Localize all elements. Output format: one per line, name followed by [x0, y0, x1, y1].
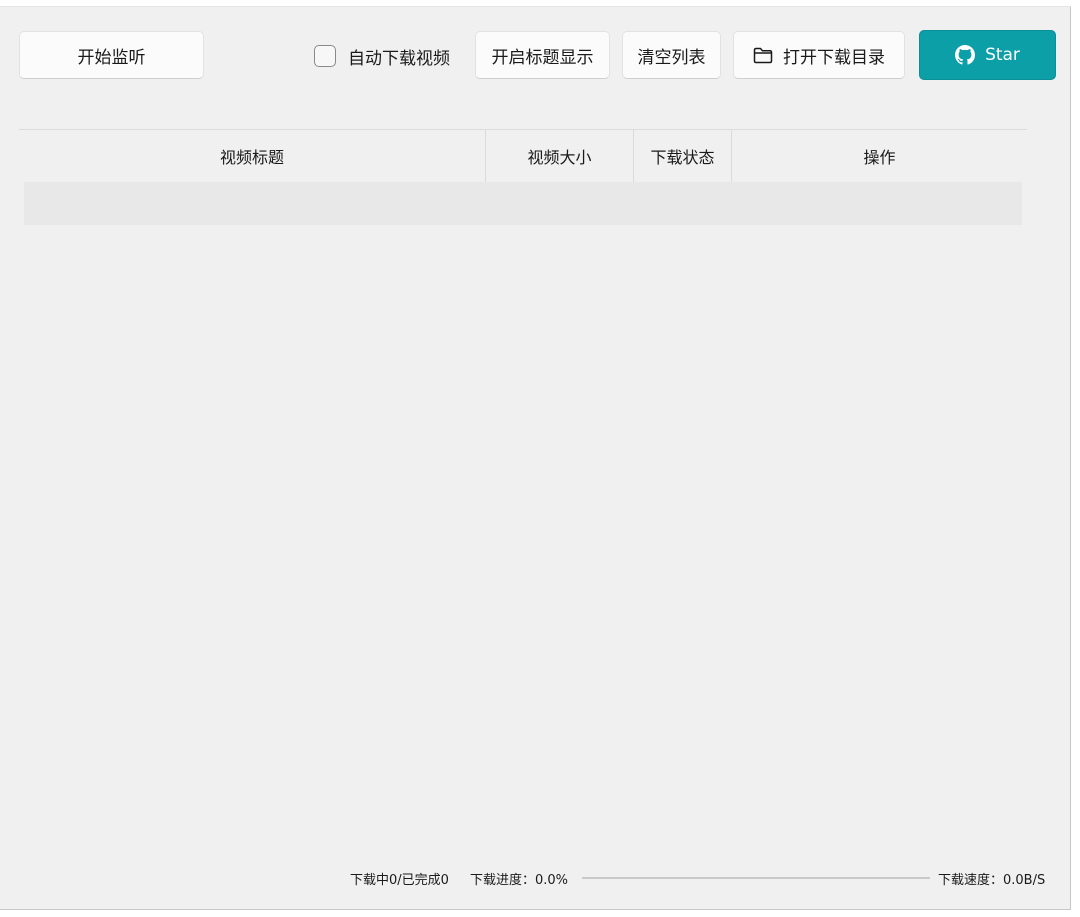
column-header-status[interactable]: 下载状态: [634, 130, 732, 182]
auto-download-label: 自动下载视频: [348, 48, 450, 69]
app-window: 开始监听 自动下载视频 开启标题显示 清空列表 打开下载目录 Star 视频标题…: [0, 6, 1071, 910]
table-empty-row: [24, 182, 1022, 225]
column-header-actions[interactable]: 操作: [732, 130, 1027, 182]
show-title-button[interactable]: 开启标题显示: [475, 31, 610, 79]
github-star-button[interactable]: Star: [919, 30, 1056, 80]
video-table: 视频标题 视频大小 下载状态 操作: [19, 129, 1027, 225]
open-download-dir-label: 打开下载目录: [783, 47, 885, 68]
folder-icon: [753, 47, 773, 64]
clear-list-button[interactable]: 清空列表: [622, 31, 721, 79]
column-header-size[interactable]: 视频大小: [486, 130, 634, 182]
start-listen-label: 开始监听: [77, 47, 146, 68]
column-header-title[interactable]: 视频标题: [19, 130, 486, 182]
github-icon: [955, 45, 976, 65]
show-title-label: 开启标题显示: [491, 47, 594, 68]
table-header: 视频标题 视频大小 下载状态 操作: [19, 129, 1027, 182]
github-star-label: Star: [985, 45, 1020, 65]
clear-list-label: 清空列表: [637, 47, 706, 68]
checkbox-box[interactable]: [314, 45, 336, 67]
start-listen-button[interactable]: 开始监听: [19, 31, 204, 79]
status-speed: 下载速度：0.0B/S: [938, 872, 1046, 888]
auto-download-checkbox[interactable]: 自动下载视频: [314, 43, 450, 69]
status-counts: 下载中0/已完成0: [350, 872, 449, 888]
status-progress-text: 下载进度：0.0%: [470, 872, 569, 888]
download-progress-bar: [582, 877, 930, 879]
open-download-dir-button[interactable]: 打开下载目录: [733, 31, 905, 79]
